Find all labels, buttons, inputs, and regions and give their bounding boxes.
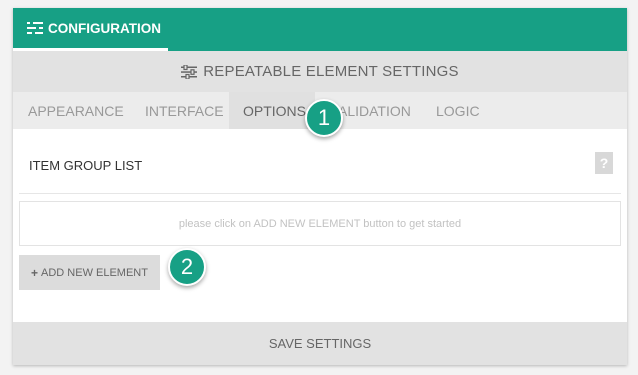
add-new-element-button[interactable]: + ADD NEW ELEMENT — [19, 255, 160, 290]
save-label: SAVE SETTINGS — [268, 336, 372, 351]
configuration-panel: CONFIGURATION REPEATABLE ELEMENT SETTING… — [13, 8, 627, 365]
tab-logic[interactable]: LOGIC — [436, 92, 496, 129]
tab-appearance[interactable]: APPEARANCE — [28, 92, 138, 129]
tab-label: APPEARANCE — [28, 102, 124, 119]
tab-validation[interactable]: ALIDATION — [338, 92, 418, 129]
top-bar: CONFIGURATION — [13, 8, 627, 51]
settings-list-icon — [27, 22, 43, 34]
tab-interface[interactable]: INTERFACE — [145, 92, 235, 129]
empty-message: please click on ADD NEW ELEMENT button t… — [178, 217, 462, 230]
settings-header: REPEATABLE ELEMENT SETTINGS — [13, 51, 627, 92]
callout-number: 2 — [180, 254, 194, 279]
callout-number: 1 — [317, 105, 331, 130]
options-content: ITEM GROUP LIST ? please click on ADD NE… — [13, 129, 627, 322]
callout-badge-2: 2 — [168, 248, 206, 286]
element-list-empty: please click on ADD NEW ELEMENT button t… — [19, 201, 621, 246]
plus-icon: + — [31, 265, 39, 280]
sliders-icon — [181, 63, 198, 80]
callout-badge-1: 1 — [305, 99, 343, 137]
item-group-list-label: ITEM GROUP LIST — [29, 158, 143, 173]
tab-label: ALIDATION — [338, 102, 411, 119]
help-symbol: ? — [599, 155, 609, 171]
tab-label: OPTIONS — [243, 102, 307, 119]
configuration-tab[interactable]: CONFIGURATION — [13, 8, 168, 51]
help-icon[interactable]: ? — [595, 152, 613, 174]
divider — [19, 193, 621, 194]
tab-label: INTERFACE — [145, 102, 224, 119]
add-button-label: ADD NEW ELEMENT — [41, 266, 148, 279]
save-settings-button[interactable]: SAVE SETTINGS — [13, 322, 627, 365]
configuration-tab-label: CONFIGURATION — [48, 20, 161, 36]
tab-options[interactable]: OPTIONS — [229, 92, 315, 129]
settings-title: REPEATABLE ELEMENT SETTINGS — [203, 63, 459, 80]
tab-label: LOGIC — [436, 102, 480, 119]
